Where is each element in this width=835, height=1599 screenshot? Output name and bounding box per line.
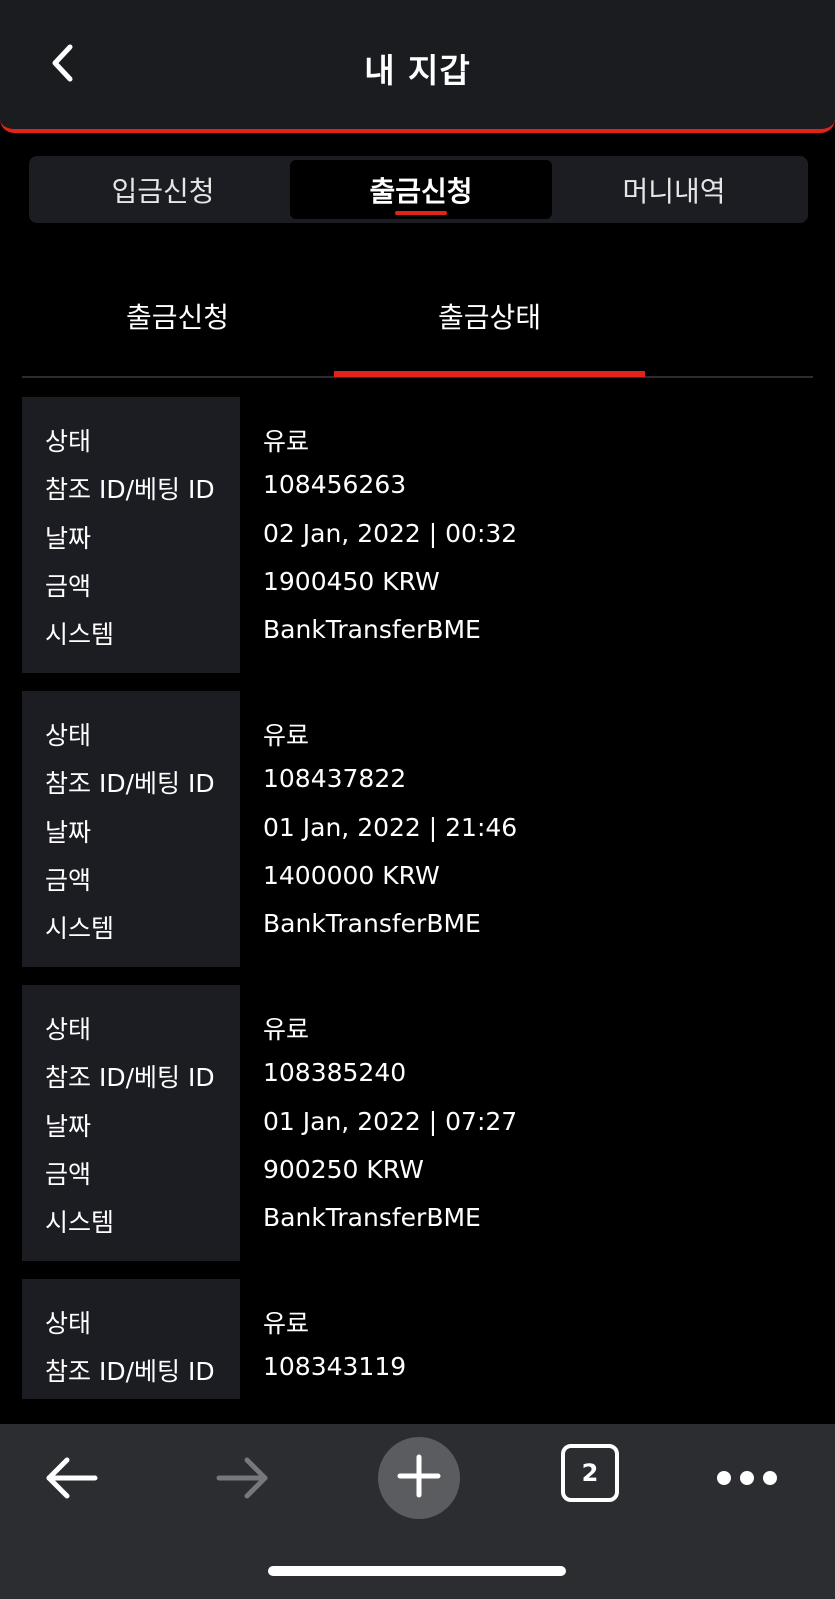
date-label: 날짜 [45,1112,92,1141]
tab-deposit-request[interactable]: 입금신청 [32,160,294,219]
active-tab-indicator [395,211,447,215]
date-value: 02 Jan, 2022 | 00:32 [263,519,518,548]
browser-forward-button[interactable] [210,1447,276,1513]
system-value: BankTransferBME [263,615,481,644]
new-tab-button[interactable] [378,1437,460,1519]
tab-switcher-button[interactable]: 2 [561,1444,619,1502]
ref-id-value: 108456263 [263,470,407,499]
status-value: 유료 [263,1309,310,1338]
ref-id-label: 참조 ID/베팅 ID [45,1357,215,1386]
tab-label: 머니내역 [622,174,726,208]
date-label: 날짜 [45,818,92,847]
status-label: 상태 [45,427,92,456]
subtab-label: 출금신청 [125,301,230,334]
arrow-right-icon [215,1455,271,1505]
system-label: 시스템 [45,1208,115,1237]
amount-label: 금액 [45,572,92,601]
sub-tab-bar: 출금신청 출금상태 [22,270,813,378]
status-label: 상태 [45,721,92,750]
tab-label: 입금신청 [111,174,215,208]
withdrawal-record: 상태 유료 참조 ID/베팅 ID 108343119 [22,1279,813,1399]
ref-id-value: 108437822 [263,764,407,793]
amount-value: 1900450 KRW [263,567,440,596]
main-tab-bar: 입금신청 출금신청 머니내역 [29,156,808,223]
tab-count: 2 [581,1459,599,1487]
date-label: 날짜 [45,524,92,553]
amount-label: 금액 [45,1160,92,1189]
tab-money-history[interactable]: 머니내역 [543,160,805,219]
withdrawal-record: 상태 유료 참조 ID/베팅 ID 108437822 날짜 01 Jan, 2… [22,691,813,967]
subtab-withdraw-status[interactable]: 출금상태 [334,270,645,377]
ref-id-value: 108343119 [263,1352,407,1381]
subtab-withdraw-request[interactable]: 출금신청 [22,270,333,376]
ref-id-label: 참조 ID/베팅 ID [45,1063,215,1092]
withdrawal-record: 상태 유료 참조 ID/베팅 ID 108456263 날짜 02 Jan, 2… [22,397,813,673]
ref-id-label: 참조 ID/베팅 ID [45,475,215,504]
withdrawal-status-list: 상태 유료 참조 ID/베팅 ID 108456263 날짜 02 Jan, 2… [22,397,813,1399]
amount-label: 금액 [45,866,92,895]
date-value: 01 Jan, 2022 | 21:46 [263,813,518,842]
system-label: 시스템 [45,620,115,649]
withdrawal-record: 상태 유료 참조 ID/베팅 ID 108385240 날짜 01 Jan, 2… [22,985,813,1261]
tab-label: 출금신청 [369,174,473,208]
system-value: BankTransferBME [263,1203,481,1232]
system-label: 시스템 [45,914,115,943]
system-value: BankTransferBME [263,909,481,938]
plus-icon [396,1453,442,1503]
wallet-page: 내 지갑 입금신청 출금신청 머니내역 출금신청 출금상태 상태 유료 참조 I… [0,0,835,1599]
status-value: 유료 [263,721,310,750]
tab-withdraw-request[interactable]: 출금신청 [290,160,552,219]
ref-id-label: 참조 ID/베팅 ID [45,769,215,798]
app-header: 내 지갑 [0,0,835,133]
date-value: 01 Jan, 2022 | 07:27 [263,1107,518,1136]
arrow-left-icon [43,1455,99,1505]
amount-value: 900250 KRW [263,1155,424,1184]
browser-back-button[interactable] [38,1447,104,1513]
ref-id-value: 108385240 [263,1058,407,1087]
more-options-button[interactable] [712,1447,782,1513]
status-label: 상태 [45,1309,92,1338]
home-indicator[interactable] [268,1566,566,1576]
active-subtab-indicator [334,371,645,377]
amount-value: 1400000 KRW [263,861,440,890]
subtab-label: 출금상태 [437,301,542,334]
page-title: 내 지갑 [364,51,471,90]
status-label: 상태 [45,1015,92,1044]
status-value: 유료 [263,427,310,456]
more-horizontal-icon [715,1468,779,1492]
status-value: 유료 [263,1015,310,1044]
